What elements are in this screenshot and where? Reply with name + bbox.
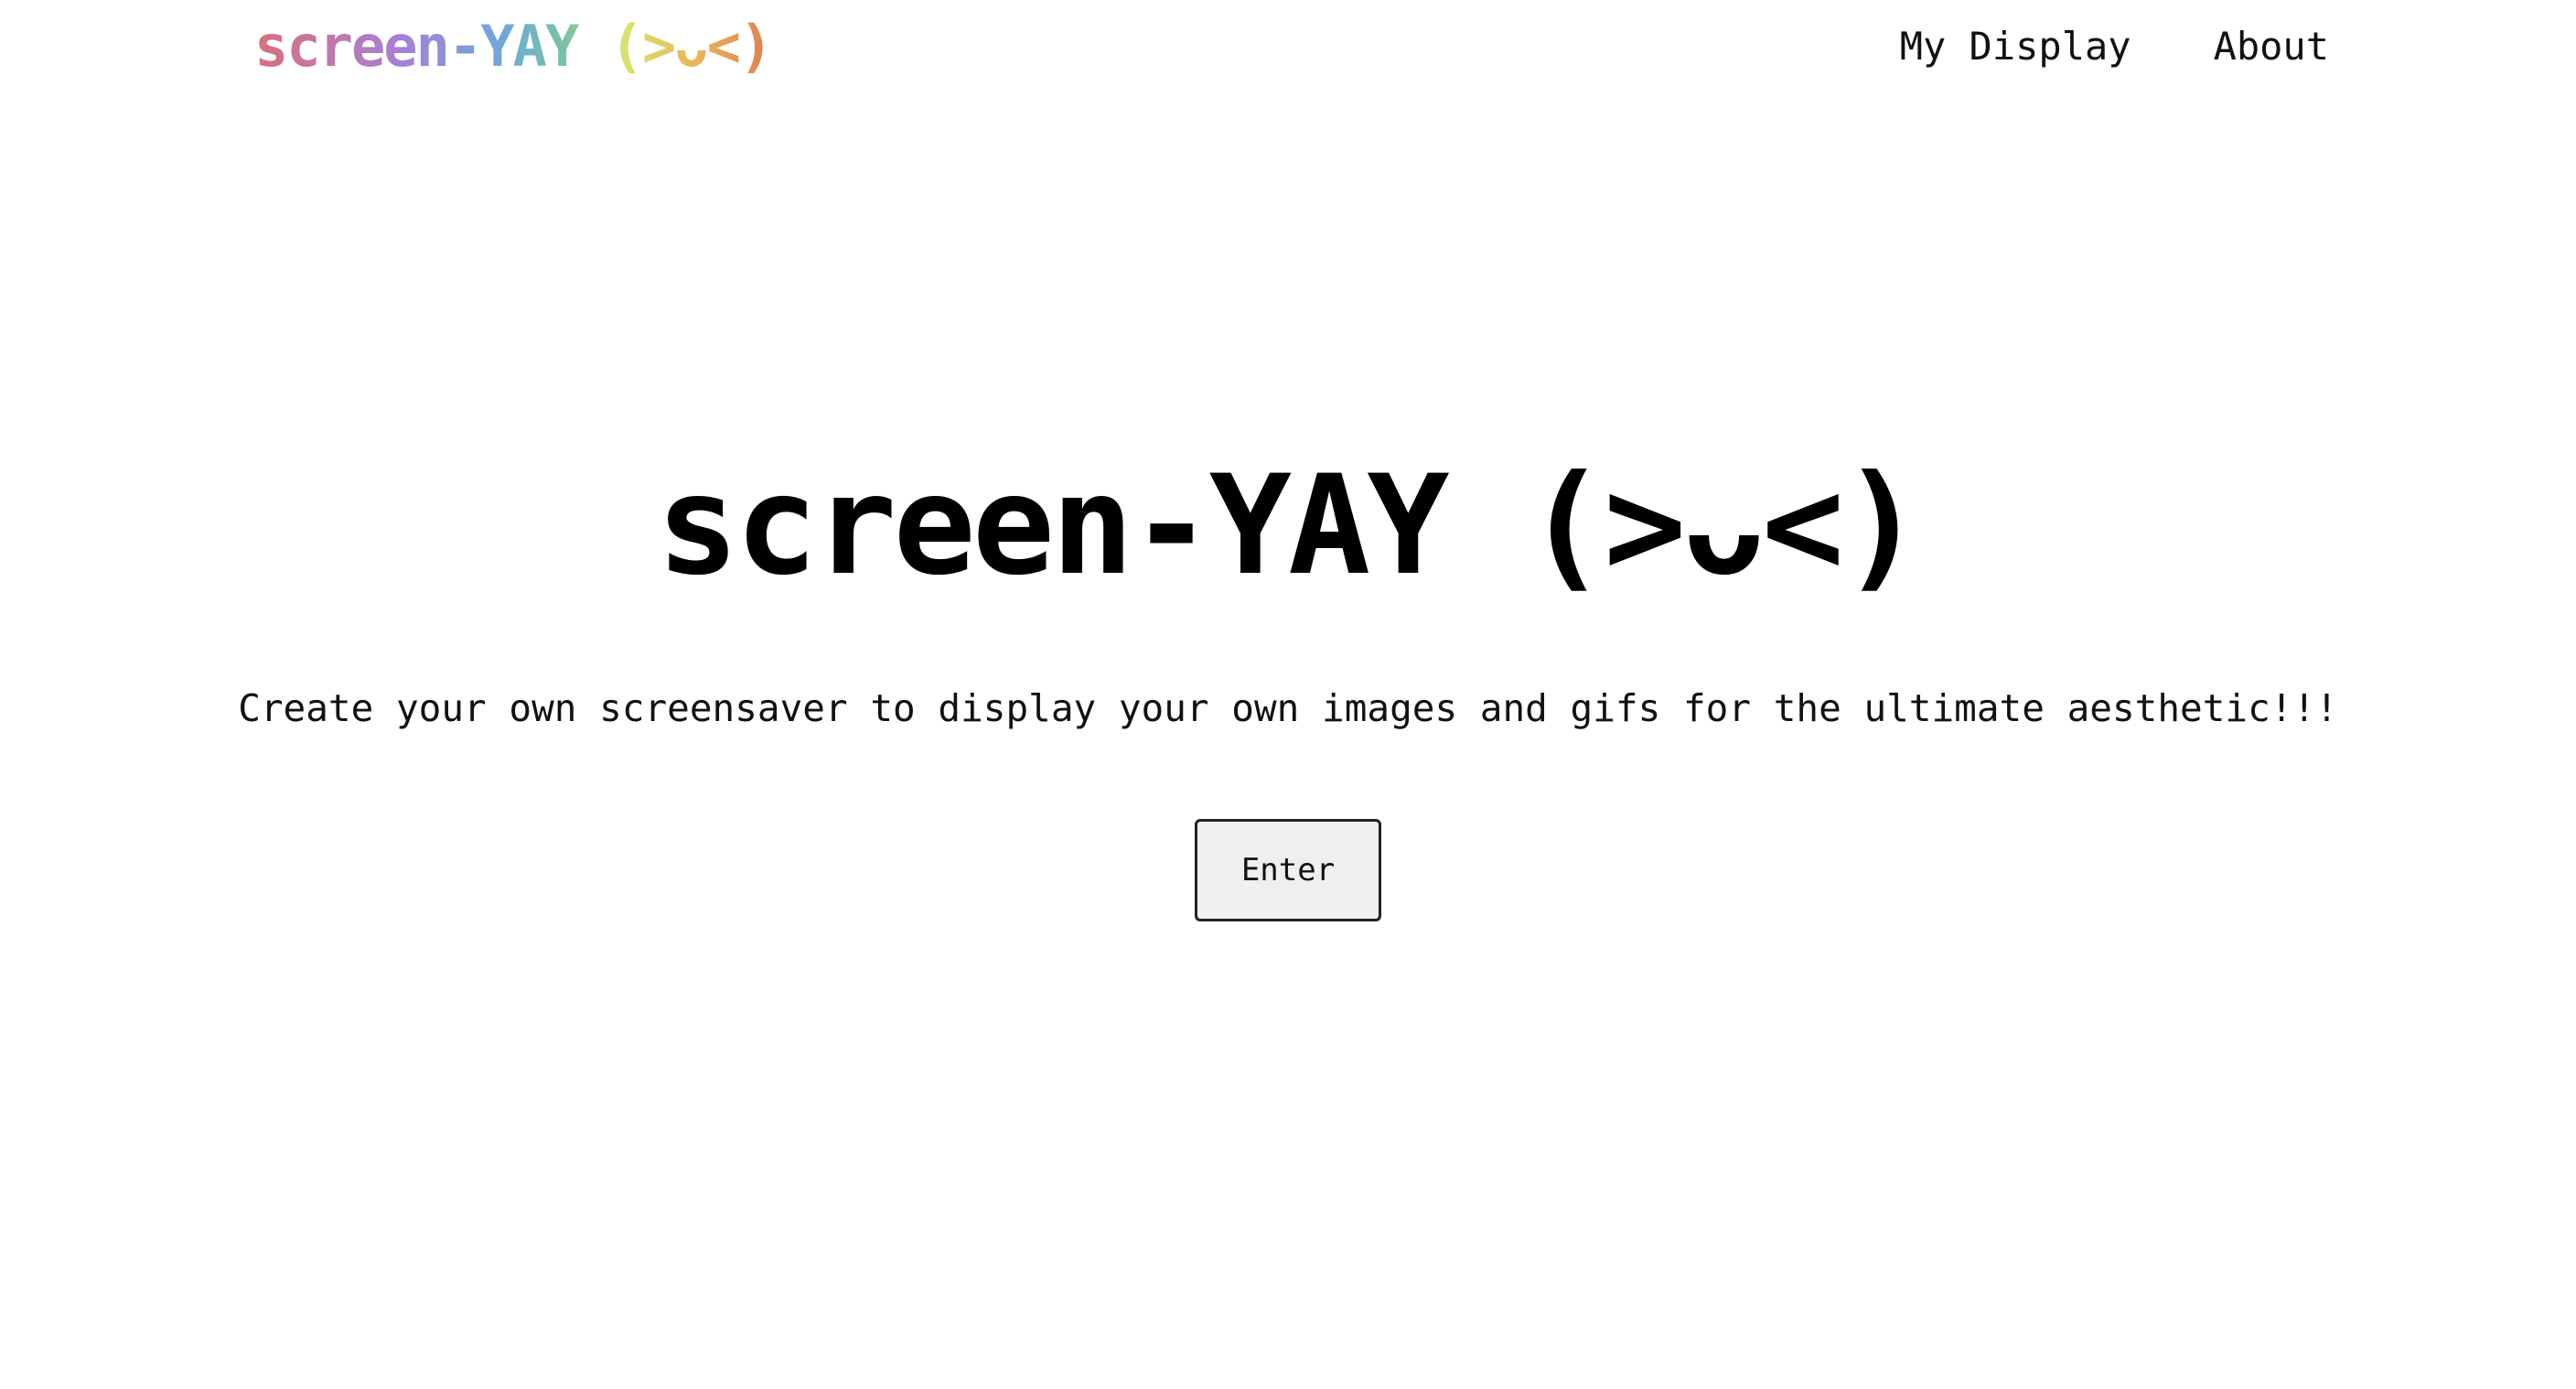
nav-link-about[interactable]: About (2214, 24, 2329, 69)
navbar: screen-YAY (>ᴗ<) My Display About (0, 0, 2576, 92)
nav-links: My Display About (1900, 13, 2329, 79)
hero-title: screen-YAY (>ᴗ<) (656, 447, 1924, 606)
nav-link-my-display[interactable]: My Display (1900, 24, 2131, 69)
enter-button[interactable]: Enter (1195, 819, 1381, 922)
brand-logo-link[interactable]: screen-YAY (>ᴗ<) (254, 12, 773, 80)
brand-logo-text: screen-YAY (>ᴗ<) (254, 12, 773, 80)
hero-section: screen-YAY (>ᴗ<) Create your own screens… (0, 447, 2576, 922)
hero-subtitle: Create your own screensaver to display y… (238, 686, 2338, 730)
